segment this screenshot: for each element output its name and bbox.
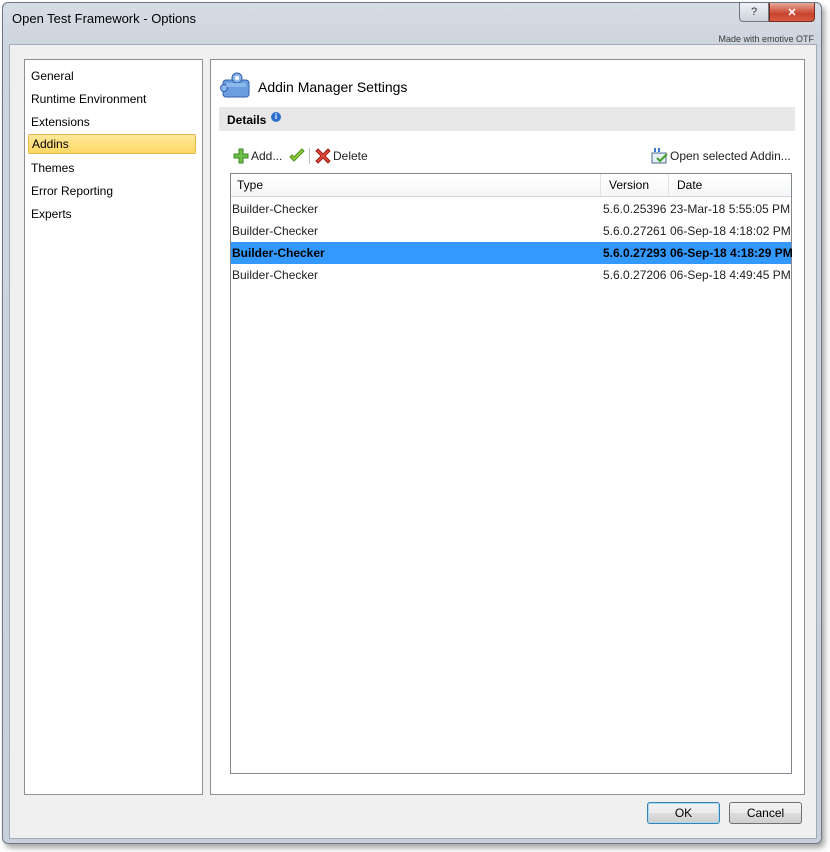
cell-date: 06-Sep-18 4:18:29 PM <box>670 246 793 260</box>
cell-date: 06-Sep-18 4:18:02 PM <box>670 224 791 238</box>
puzzle-addin-icon <box>220 72 250 98</box>
title-bar[interactable]: Open Test Framework - Options ? ✕ <box>3 3 821 33</box>
open-selected-addin-button[interactable]: Open selected Addin... <box>651 146 791 166</box>
made-with-label: Made with emotive OTF <box>718 34 814 44</box>
cell-type: Builder-Checker <box>232 268 319 282</box>
nav-item-extensions[interactable]: Extensions <box>28 112 196 132</box>
options-window: Open Test Framework - Options ? ✕ Made w… <box>2 2 822 844</box>
add-button[interactable]: Add... <box>233 146 282 166</box>
delete-x-icon <box>315 148 331 164</box>
cell-type: Builder-Checker <box>232 224 319 238</box>
open-addin-label: Open selected Addin... <box>670 149 791 163</box>
checkmark-icon <box>289 148 305 162</box>
table-row-selected[interactable]: Builder-Checker 5.6.0.27293 06-Sep-18 4:… <box>231 242 793 264</box>
delete-label: Delete <box>333 149 368 163</box>
cell-version: 5.6.0.27293 <box>603 246 667 260</box>
table-row[interactable]: Builder-Checker 5.6.0.27206 06-Sep-18 4:… <box>231 264 791 286</box>
table-row[interactable]: Builder-Checker 5.6.0.27261 06-Sep-18 4:… <box>231 220 791 242</box>
window-controls: ? ✕ <box>739 3 815 23</box>
options-nav-panel: General Runtime Environment Extensions A… <box>24 59 203 795</box>
enable-button[interactable] <box>289 146 305 166</box>
close-button[interactable]: ✕ <box>769 3 815 22</box>
open-addin-icon <box>651 148 668 164</box>
plus-icon <box>233 148 249 164</box>
nav-item-addins[interactable]: Addins <box>28 134 196 154</box>
details-section-header: Details i <box>219 107 795 131</box>
cell-type: Builder-Checker <box>232 202 319 216</box>
info-icon[interactable]: i <box>271 112 281 122</box>
add-label: Add... <box>251 149 283 163</box>
details-label: Details <box>227 113 267 127</box>
cell-date: 06-Sep-18 4:49:45 PM <box>670 268 791 282</box>
window-title: Open Test Framework - Options <box>12 11 196 26</box>
nav-item-runtime-environment[interactable]: Runtime Environment <box>28 89 196 109</box>
nav-item-general[interactable]: General <box>28 66 196 86</box>
delete-button[interactable]: Delete <box>315 146 368 166</box>
cell-version: 5.6.0.25396 <box>603 202 667 216</box>
addin-toolbar: Add... Delete Open selected Addin... <box>233 146 793 166</box>
help-button[interactable]: ? <box>739 3 769 22</box>
addin-settings-panel: Addin Manager Settings Details i Add... <box>210 59 805 795</box>
nav-item-themes[interactable]: Themes <box>28 158 196 178</box>
cell-version: 5.6.0.27261 <box>603 224 667 238</box>
ok-button[interactable]: OK <box>647 802 720 824</box>
column-header-type[interactable]: Type <box>231 174 601 196</box>
nav-item-experts[interactable]: Experts <box>28 204 196 224</box>
addins-list[interactable]: Type Version Date Builder-Checker 5.6.0.… <box>230 173 793 774</box>
toolbar-separator <box>309 148 310 164</box>
close-icon: ✕ <box>787 6 797 19</box>
nav-item-error-reporting[interactable]: Error Reporting <box>28 181 196 201</box>
list-header: Type Version Date <box>231 174 791 197</box>
column-header-version[interactable]: Version <box>603 174 669 196</box>
settings-title: Addin Manager Settings <box>258 79 408 95</box>
cell-date: 23-Mar-18 5:55:05 PM <box>670 202 791 216</box>
cell-version: 5.6.0.27206 <box>603 268 667 282</box>
help-icon: ? <box>750 6 758 18</box>
table-row[interactable]: Builder-Checker 5.6.0.25396 23-Mar-18 5:… <box>231 198 791 220</box>
cell-type: Builder-Checker <box>232 246 325 260</box>
cancel-button[interactable]: Cancel <box>729 802 802 824</box>
column-header-date[interactable]: Date <box>671 174 791 196</box>
dialog-client-area: General Runtime Environment Extensions A… <box>9 44 817 839</box>
